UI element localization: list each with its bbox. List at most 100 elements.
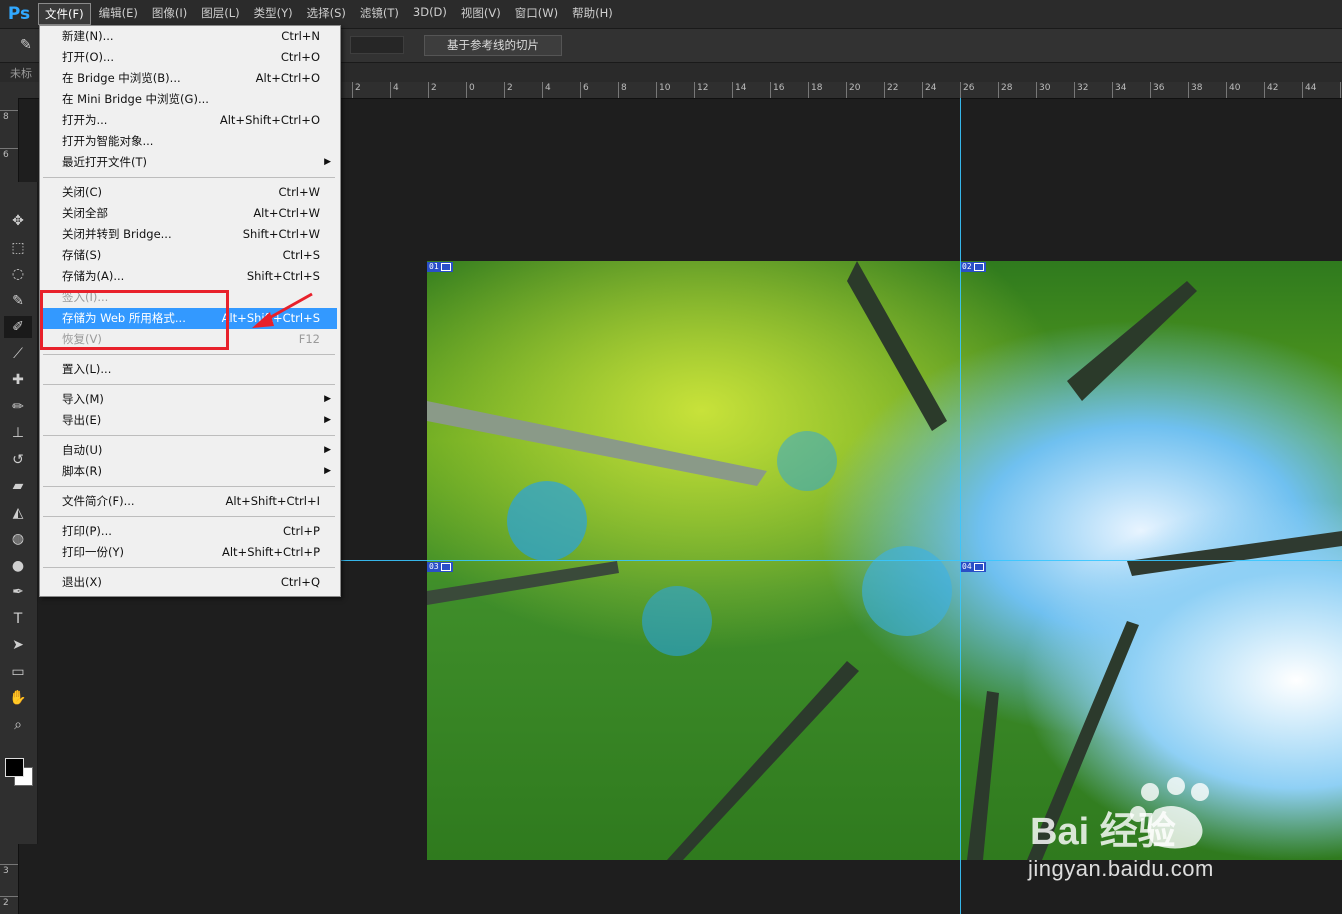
menu-item-label: 在 Mini Bridge 中浏览(G)... — [62, 92, 209, 106]
file-menu-item[interactable]: 打印一份(Y) Alt+Shift+Ctrl+P — [41, 542, 337, 563]
menu-6[interactable]: 滤镜(T) — [354, 3, 405, 25]
options-field[interactable] — [350, 36, 404, 54]
file-menu-item[interactable]: 置入(L)... — [41, 359, 337, 380]
file-menu-item[interactable]: 在 Bridge 中浏览(B)... Alt+Ctrl+O — [41, 68, 337, 89]
menu-7[interactable]: 3D(D) — [407, 3, 453, 25]
menu-3[interactable]: 图层(L) — [195, 3, 245, 25]
watermark-brand: Bai 经验 — [1030, 811, 1176, 853]
stamp-icon[interactable]: ⊥ — [4, 422, 32, 444]
eyedropper-icon[interactable]: ⟋ — [4, 343, 32, 365]
ruler-label: 10 — [659, 83, 671, 93]
file-menu-item[interactable]: 新建(N)... Ctrl+N — [41, 26, 337, 47]
menu-item-shortcut: Ctrl+P — [282, 524, 320, 538]
menu-separator — [43, 177, 335, 178]
hand-icon[interactable]: ✋ — [4, 687, 32, 709]
menu-separator — [43, 486, 335, 487]
ruler-label: 0 — [469, 83, 475, 93]
slice-icon[interactable]: ✐ — [4, 316, 32, 338]
menu-2[interactable]: 图像(I) — [146, 3, 193, 25]
file-menu-item[interactable]: 导出(E) ▶ — [41, 410, 337, 431]
file-menu-item[interactable]: 最近打开文件(T) ▶ — [41, 152, 337, 173]
slice-tool-icon[interactable]: ✎ — [20, 37, 32, 53]
lasso-icon[interactable]: ◌ — [4, 263, 32, 285]
brush-icon[interactable]: ✏ — [4, 396, 32, 418]
ruler-tick: 10 — [656, 82, 670, 98]
menu-item-label: 关闭(C) — [62, 185, 103, 199]
ruler-tick: 2 — [504, 82, 513, 98]
file-menu-item[interactable]: 打开(O)... Ctrl+O — [41, 47, 337, 68]
ruler-label: 38 — [1191, 83, 1203, 93]
menu-item-shortcut: Ctrl+W — [278, 185, 320, 199]
move-icon[interactable]: ✥ — [4, 210, 32, 232]
file-menu-item[interactable]: 文件简介(F)... Alt+Shift+Ctrl+I — [41, 491, 337, 512]
file-menu-item[interactable]: 关闭全部 Alt+Ctrl+W — [41, 203, 337, 224]
slice-badge-02[interactable]: 02 — [960, 262, 986, 272]
menu-item-shortcut: Alt+Shift+Ctrl+P — [221, 545, 320, 559]
slice-image-icon — [973, 563, 984, 571]
menu-item-label: 打印(P)... — [62, 524, 112, 538]
submenu-arrow-icon: ▶ — [324, 394, 331, 404]
type-icon[interactable]: T — [4, 608, 32, 630]
menu-separator — [43, 384, 335, 385]
menu-item-label: 置入(L)... — [62, 362, 112, 376]
blur-icon[interactable]: ◍ — [4, 528, 32, 550]
menu-10[interactable]: 帮助(H) — [566, 3, 619, 25]
ruler-label: 30 — [1039, 83, 1051, 93]
slice-number: 02 — [962, 262, 972, 271]
ruler-label: 44 — [1305, 83, 1317, 93]
pen-icon[interactable]: ✒ — [4, 581, 32, 603]
slice-image-icon — [440, 263, 451, 271]
menu-1[interactable]: 编辑(E) — [93, 3, 144, 25]
file-menu-item[interactable]: 关闭(C) Ctrl+W — [41, 182, 337, 203]
bucket-icon[interactable]: ◭ — [4, 502, 32, 524]
zoom-icon[interactable]: ⌕ — [4, 714, 32, 736]
file-menu-item[interactable]: 打开为... Alt+Shift+Ctrl+O — [41, 110, 337, 131]
document-tab[interactable]: 未标 — [10, 65, 32, 81]
menu-0[interactable]: 文件(F) — [38, 3, 91, 25]
ruler-tick: 40 — [1226, 82, 1240, 98]
file-menu-item[interactable]: 退出(X) Ctrl+Q — [41, 572, 337, 593]
file-menu-item[interactable]: 导入(M) ▶ — [41, 389, 337, 410]
ruler-label: 20 — [849, 83, 861, 93]
menu-4[interactable]: 类型(Y) — [248, 3, 299, 25]
ruler-tick: 4 — [390, 82, 399, 98]
eraser-icon[interactable]: ▰ — [4, 475, 32, 497]
slices-from-guides-button[interactable]: 基于参考线的切片 — [424, 35, 562, 56]
shape-icon[interactable]: ▭ — [4, 661, 32, 683]
file-menu-item[interactable]: 打印(P)... Ctrl+P — [41, 521, 337, 542]
path-select-icon[interactable]: ➤ — [4, 634, 32, 656]
marquee-icon[interactable]: ⬚ — [4, 237, 32, 259]
ruler-tick: 42 — [1264, 82, 1278, 98]
file-menu-item[interactable]: 打开为智能对象... — [41, 131, 337, 152]
file-menu-item[interactable]: 脚本(R) ▶ — [41, 461, 337, 482]
menu-5[interactable]: 选择(S) — [301, 3, 352, 25]
file-menu-item[interactable]: 存储(S) Ctrl+S — [41, 245, 337, 266]
slice-badge-04[interactable]: 04 — [960, 562, 986, 572]
horizontal-guide[interactable] — [340, 560, 1342, 561]
ruler-tick: 8 — [0, 110, 18, 122]
menu-9[interactable]: 窗口(W) — [509, 3, 564, 25]
history-brush-icon[interactable]: ↺ — [4, 449, 32, 471]
slice-image-icon — [973, 263, 984, 271]
ruler-tick: 2 — [428, 82, 437, 98]
vertical-guide[interactable] — [960, 98, 961, 914]
file-menu-item[interactable]: 自动(U) ▶ — [41, 440, 337, 461]
dodge-icon[interactable]: ● — [4, 555, 32, 577]
quick-select-icon[interactable]: ✎ — [4, 290, 32, 312]
menu-item-label: 打开(O)... — [62, 50, 114, 64]
file-menu-item[interactable]: 在 Mini Bridge 中浏览(G)... — [41, 89, 337, 110]
file-menu-item[interactable]: 关闭并转到 Bridge... Shift+Ctrl+W — [41, 224, 337, 245]
ruler-tick: 32 — [1074, 82, 1088, 98]
healing-icon[interactable]: ✚ — [4, 369, 32, 391]
menu-item-shortcut: Alt+Ctrl+W — [253, 206, 320, 220]
menu-8[interactable]: 视图(V) — [455, 3, 507, 25]
foreground-color-swatch[interactable] — [5, 758, 24, 777]
ruler-label: 6 — [3, 150, 9, 160]
slice-badge-03[interactable]: 03 — [427, 562, 453, 572]
ruler-tick: 24 — [922, 82, 936, 98]
file-menu-item[interactable]: 存储为(A)... Shift+Ctrl+S — [41, 266, 337, 287]
ruler-label: 26 — [963, 83, 975, 93]
menu-item-label: 存储为(A)... — [62, 269, 125, 283]
slice-badge-01[interactable]: 01 — [427, 262, 453, 272]
ruler-tick: 22 — [884, 82, 898, 98]
